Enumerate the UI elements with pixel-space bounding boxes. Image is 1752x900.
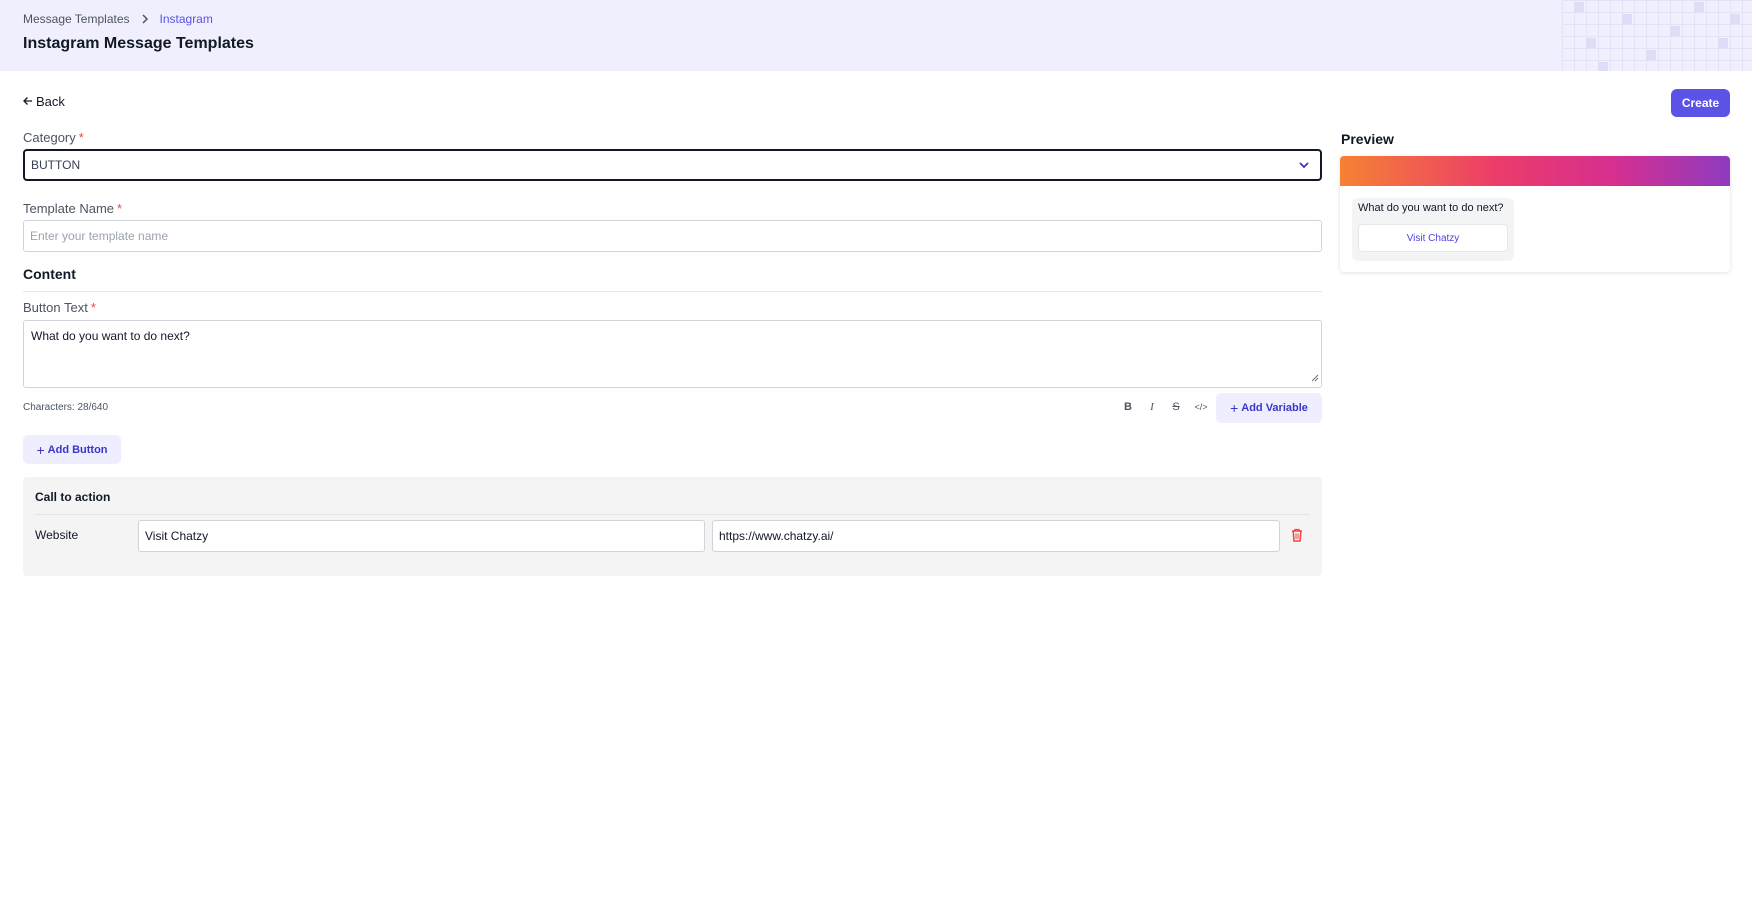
category-label: Category *	[23, 130, 84, 145]
italic-button[interactable]: I	[1142, 399, 1162, 415]
cta-button-text-input[interactable]: Visit Chatzy	[138, 520, 705, 552]
bold-button[interactable]: B	[1118, 399, 1138, 415]
plus-icon: +	[36, 441, 45, 458]
preview-message-text: What do you want to do next?	[1358, 202, 1504, 214]
category-value: BUTTON	[31, 158, 81, 172]
call-to-action-panel: Call to action Website Visit Chatzy http…	[23, 477, 1322, 576]
required-mark: *	[117, 201, 123, 216]
chevron-down-icon[interactable]	[1298, 159, 1310, 174]
header-pattern	[1562, 0, 1752, 71]
plus-icon: +	[1230, 400, 1239, 416]
add-button-label: Add Button	[47, 443, 108, 456]
template-name-input[interactable]	[23, 220, 1322, 252]
required-mark: *	[78, 130, 84, 145]
preview-title: Preview	[1341, 131, 1394, 147]
content-heading: Content	[23, 266, 76, 282]
create-button[interactable]: Create	[1671, 89, 1730, 117]
arrow-left-icon	[23, 94, 36, 109]
template-name-label-text: Template Name	[23, 201, 115, 216]
instagram-gradient-banner	[1340, 156, 1730, 186]
preview-visit-button[interactable]: Visit Chatzy	[1358, 224, 1508, 252]
cta-url-input[interactable]: https://www.chatzy.ai/	[712, 520, 1280, 552]
page-title: Instagram Message Templates	[23, 35, 254, 52]
required-mark: *	[90, 300, 96, 315]
page-header: Message Templates Instagram Instagram Me…	[0, 0, 1752, 71]
button-text-label: Button Text *	[23, 300, 96, 315]
button-text-textarea[interactable]: What do you want to do next?	[23, 320, 1322, 388]
preview-message-bubble: What do you want to do next? Visit Chatz…	[1352, 198, 1514, 261]
resize-grip-icon[interactable]	[1311, 371, 1319, 385]
breadcrumb-message-templates[interactable]: Message Templates	[23, 12, 130, 26]
cta-button-text-value: Visit Chatzy	[145, 529, 209, 543]
add-variable-label: Add Variable	[1241, 402, 1308, 414]
button-text-value: What do you want to do next?	[31, 329, 190, 343]
cta-url-value: https://www.chatzy.ai/	[719, 529, 834, 543]
category-select[interactable]: BUTTON	[23, 149, 1322, 181]
template-name-label: Template Name *	[23, 201, 122, 216]
add-button-button[interactable]: + Add Button	[23, 435, 121, 464]
button-text-label-text: Button Text	[23, 300, 88, 315]
cta-divider	[35, 514, 1310, 515]
cta-type-label: Website	[35, 528, 79, 542]
character-count: Characters: 28/640	[23, 402, 109, 413]
breadcrumb: Message Templates Instagram	[23, 12, 213, 26]
strikethrough-button[interactable]: S	[1166, 399, 1186, 415]
content-divider	[23, 291, 1322, 292]
trash-icon[interactable]	[1291, 528, 1303, 547]
code-button[interactable]: </>	[1191, 399, 1211, 415]
category-label-text: Category	[23, 130, 76, 145]
chevron-right-icon	[138, 12, 152, 26]
preview-card: What do you want to do next? Visit Chatz…	[1340, 156, 1730, 272]
breadcrumb-instagram: Instagram	[159, 12, 213, 26]
back-button[interactable]: Back	[23, 94, 65, 109]
call-to-action-title: Call to action	[35, 490, 111, 504]
back-label: Back	[36, 94, 65, 109]
add-variable-button[interactable]: + Add Variable	[1216, 393, 1322, 423]
